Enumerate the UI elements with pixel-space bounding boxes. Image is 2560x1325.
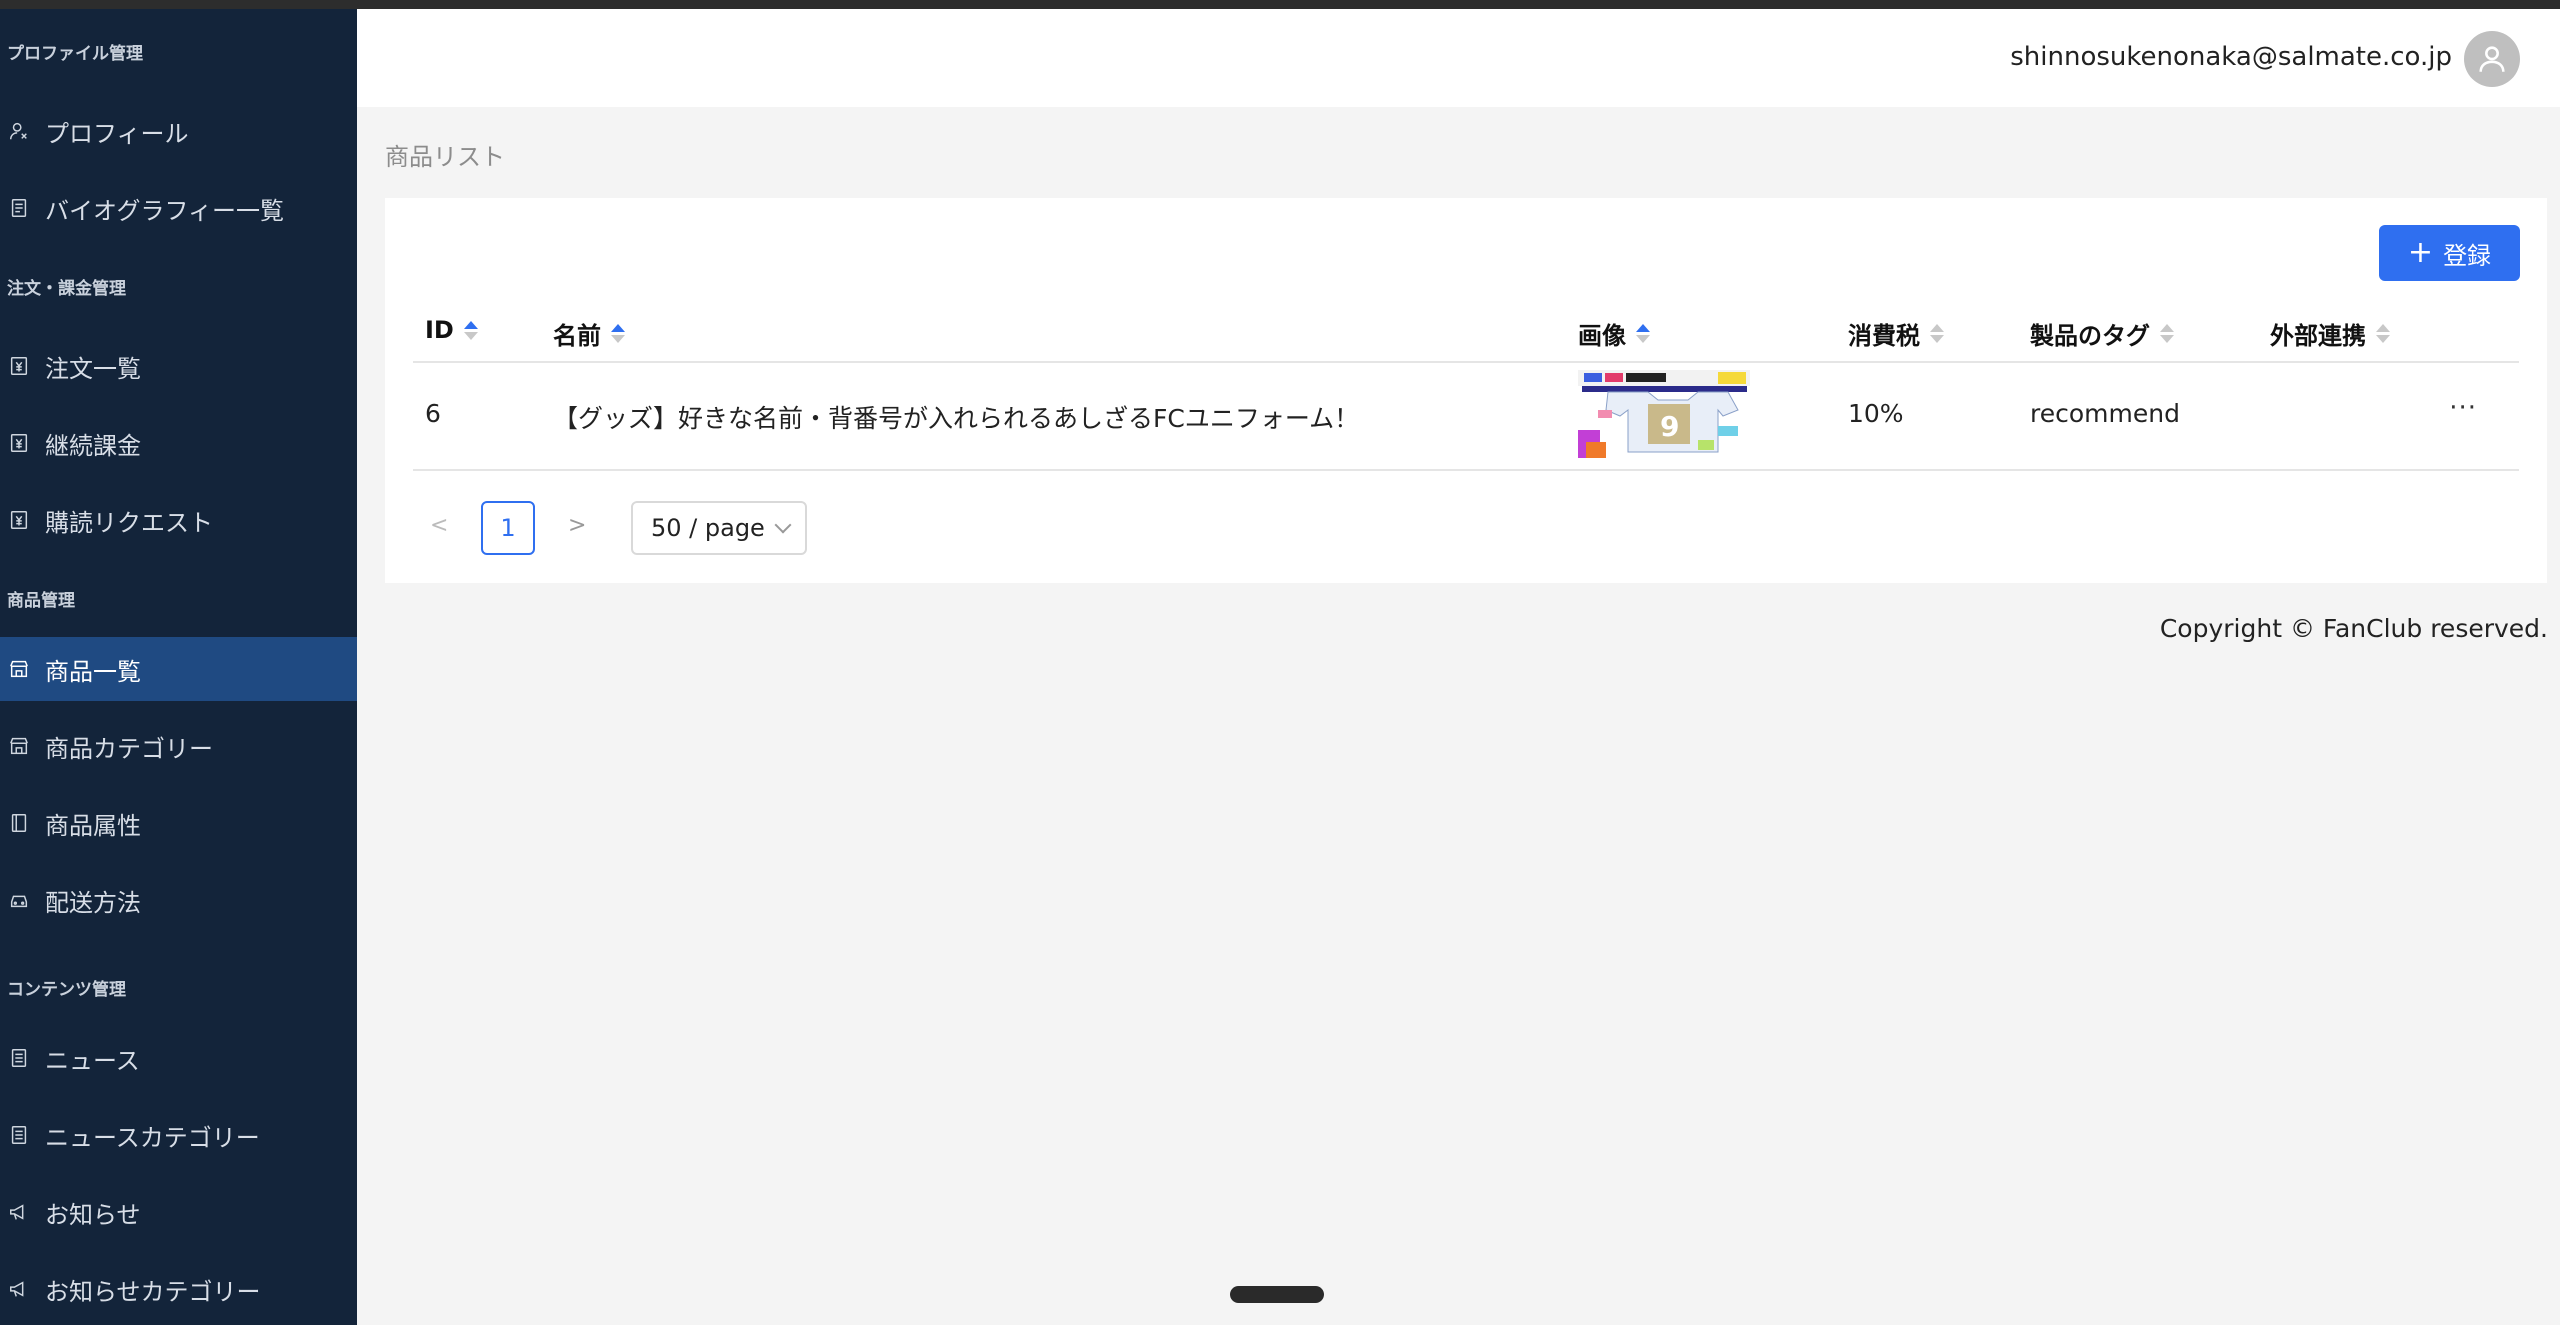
user-email[interactable]: shinnosukenonaka@salmate.co.jp: [2010, 42, 2452, 72]
sidebar-item-label: プロフィール: [45, 119, 189, 148]
pagination-page-button[interactable]: 1: [481, 501, 535, 555]
sidebar-item-shipping[interactable]: 配送方法: [0, 868, 357, 932]
sidebar-item-profile[interactable]: プロフィール: [0, 99, 357, 163]
cell-id: 6: [425, 399, 441, 428]
table-row[interactable]: 6 【グッズ】好きな名前・背番号が入れられるあしざるFCユニフォーム！ 9 10…: [413, 363, 2519, 471]
product-thumbnail[interactable]: 9: [1578, 370, 1750, 458]
column-header-name[interactable]: 名前: [553, 316, 625, 351]
page-size-select[interactable]: 50 / page: [631, 501, 807, 555]
cell-tag: recommend: [2030, 399, 2180, 428]
sidebar-item-label: 配送方法: [45, 888, 141, 917]
yen-receipt-icon: [8, 432, 30, 454]
sidebar: プロファイル管理 プロフィール バイオグラフィー一覧 注文・課金管理 注文一覧 …: [0, 9, 357, 1325]
yen-receipt-icon: [8, 355, 30, 377]
copyright-text: Copyright © FanClub reserved.: [2159, 614, 2548, 643]
sidebar-item-announcement-categories[interactable]: お知らせカテゴリー: [0, 1257, 357, 1321]
column-header-external[interactable]: 外部連携: [2270, 316, 2390, 351]
sort-icon: [611, 324, 625, 343]
news-icon: [8, 1047, 30, 1069]
page-size-value: 50 / page: [651, 514, 765, 542]
cell-name: 【グッズ】好きな名前・背番号が入れられるあしざるFCユニフォーム！: [553, 404, 1360, 433]
cell-tax: 10%: [1848, 399, 1904, 428]
sidebar-item-announcements[interactable]: お知らせ: [0, 1180, 357, 1244]
sort-icon: [2376, 324, 2390, 343]
home-indicator: [1230, 1286, 1324, 1303]
pagination-next-button[interactable]: >: [568, 513, 586, 538]
table-header: ID 名前 画像 消費税 製品のタグ 外部連携: [413, 308, 2519, 363]
breadcrumb: 商品リスト: [385, 143, 505, 171]
product-list-card: + 登録 ID 名前 画像 消費税 製品のタグ 外部連携 6 【グッズ】好きな名…: [385, 198, 2547, 583]
pagination-prev-button[interactable]: <: [430, 513, 448, 538]
chevron-down-icon: [774, 516, 792, 534]
column-header-image[interactable]: 画像: [1578, 316, 1650, 351]
section-title-orders: 注文・課金管理: [7, 279, 126, 299]
sidebar-item-label: 商品属性: [45, 811, 141, 840]
column-header-id[interactable]: ID: [425, 316, 478, 344]
sidebar-item-label: バイオグラフィー一覧: [45, 196, 285, 225]
shop-icon: [8, 658, 30, 680]
sidebar-item-label: 商品カテゴリー: [45, 734, 213, 763]
user-avatar-icon: [2479, 46, 2505, 72]
section-title-products: 商品管理: [7, 591, 75, 611]
sidebar-item-subscription[interactable]: 継続課金: [0, 411, 357, 475]
section-title-profile: プロファイル管理: [7, 44, 143, 64]
sidebar-item-subscription-requests[interactable]: 購読リクエスト: [0, 488, 357, 552]
news-icon: [8, 1124, 30, 1146]
sidebar-item-label: お知らせカテゴリー: [45, 1277, 261, 1306]
megaphone-icon: [8, 1201, 30, 1223]
user-icon: [8, 120, 30, 142]
column-header-tax[interactable]: 消費税: [1848, 316, 1944, 351]
sidebar-item-label: お知らせ: [45, 1200, 141, 1229]
sort-icon: [1930, 324, 1944, 343]
section-title-content: コンテンツ管理: [7, 980, 126, 1000]
plus-icon: +: [2407, 235, 2434, 270]
sidebar-item-product-list[interactable]: 商品一覧: [0, 637, 357, 701]
sidebar-item-label: 商品一覧: [45, 657, 141, 686]
more-actions-icon[interactable]: ···: [2449, 393, 2477, 423]
book-icon: [8, 812, 30, 834]
window-top-bar: [0, 0, 2560, 9]
sidebar-item-label: ニュースカテゴリー: [45, 1123, 260, 1152]
shop-icon: [8, 735, 30, 757]
sidebar-item-product-attributes[interactable]: 商品属性: [0, 791, 357, 855]
document-icon: [8, 197, 30, 219]
sidebar-item-label: 購読リクエスト: [45, 508, 213, 537]
sidebar-item-orders[interactable]: 注文一覧: [0, 334, 357, 398]
sort-icon: [463, 320, 478, 340]
megaphone-icon: [8, 1278, 30, 1300]
add-product-button[interactable]: + 登録: [2379, 225, 2520, 281]
yen-receipt-icon: [8, 509, 30, 531]
car-icon: [8, 889, 30, 911]
sidebar-item-news-categories[interactable]: ニュースカテゴリー: [0, 1103, 357, 1167]
sort-icon: [2160, 324, 2174, 343]
sidebar-item-label: ニュース: [45, 1046, 140, 1075]
sidebar-item-product-categories[interactable]: 商品カテゴリー: [0, 714, 357, 778]
add-button-label: 登録: [2443, 241, 2492, 270]
sidebar-item-news[interactable]: ニュース: [0, 1026, 357, 1090]
sort-icon: [1636, 324, 1650, 343]
sidebar-item-label: 継続課金: [45, 431, 141, 460]
column-header-tag[interactable]: 製品のタグ: [2030, 316, 2174, 351]
avatar[interactable]: [2464, 31, 2520, 87]
header: shinnosukenonaka@salmate.co.jp: [357, 9, 2560, 107]
sidebar-item-biography[interactable]: バイオグラフィー一覧: [0, 176, 357, 240]
svg-text:9: 9: [1660, 410, 1679, 443]
sidebar-item-label: 注文一覧: [45, 354, 141, 383]
